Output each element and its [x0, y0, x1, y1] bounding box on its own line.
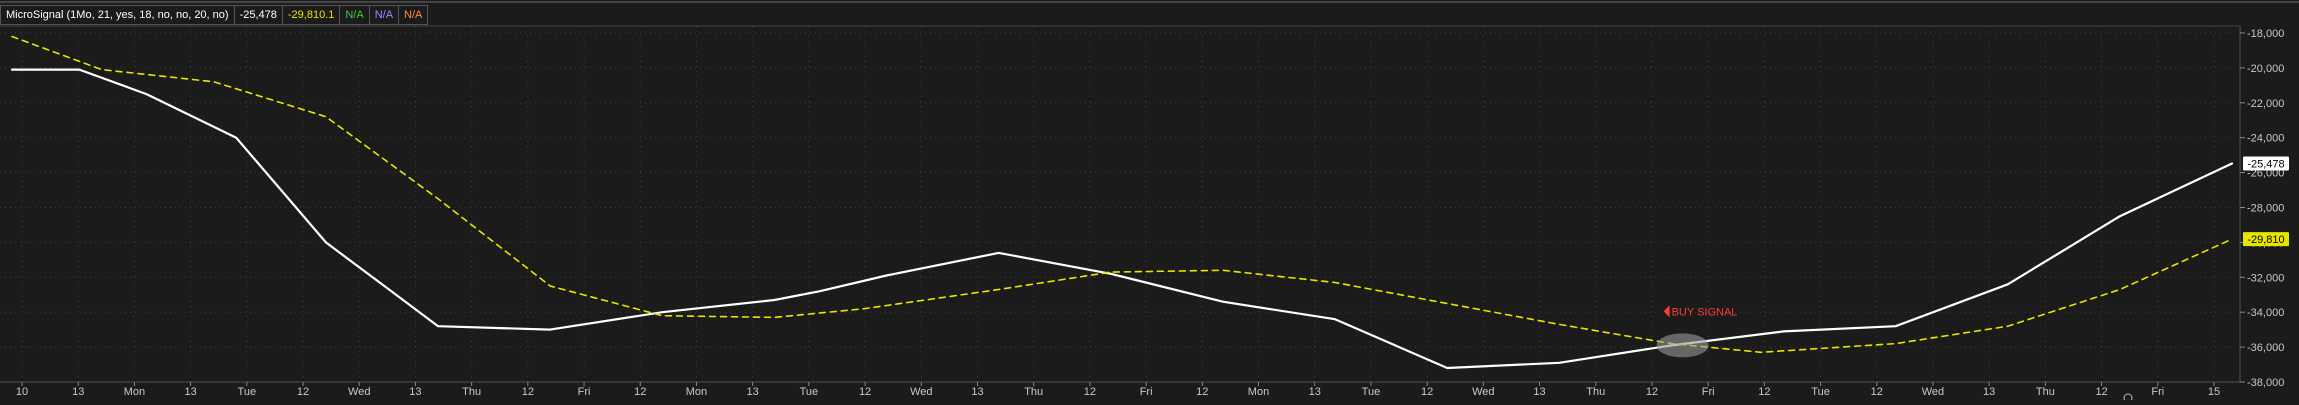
x-tick-label: 12: [1084, 386, 1096, 398]
price-marker-main: -25,478: [2243, 156, 2289, 171]
x-tick-label: Thu: [2036, 386, 2055, 398]
x-tick-label: 13: [72, 386, 84, 398]
na-value-1: N/A: [339, 5, 370, 25]
x-tick-label: 12: [1421, 386, 1433, 398]
x-tick-label: 15: [2208, 386, 2220, 398]
x-tick-label: 13: [1533, 386, 1545, 398]
x-tick-label: Wed: [1922, 386, 1944, 398]
y-tick-label: -18,000: [2247, 28, 2284, 40]
x-tick-label: 12: [634, 386, 646, 398]
y-tick-label: -36,000: [2247, 342, 2284, 354]
buy-signal-highlight: [1656, 333, 1709, 358]
x-tick-label: Thu: [1024, 386, 1043, 398]
x-tick-label: 12: [859, 386, 871, 398]
chart-root: MicroSignal (1Mo, 21, yes, 18, no, no, 2…: [0, 0, 2299, 403]
x-tick-label: 12: [1758, 386, 1770, 398]
x-tick-label: 12: [1646, 386, 1658, 398]
x-tick-label: 10: [16, 386, 28, 398]
x-tick-label: 13: [184, 386, 196, 398]
x-tick-label: 13: [409, 386, 421, 398]
y-tick-label: -34,000: [2247, 307, 2284, 319]
x-tick-label: 13: [971, 386, 983, 398]
x-tick-label: 12: [522, 386, 534, 398]
study-header: MicroSignal (1Mo, 21, yes, 18, no, no, 2…: [0, 5, 429, 25]
y-tick-label: -24,000: [2247, 133, 2284, 145]
x-tick-label: 13: [747, 386, 759, 398]
x-tick-label: 12: [1871, 386, 1883, 398]
y-tick-label: -38,000: [2247, 377, 2284, 389]
x-tick-label: 12: [297, 386, 309, 398]
x-tick-label: Mon: [124, 386, 145, 398]
y-tick-label: -22,000: [2247, 98, 2284, 110]
x-tick-label: Wed: [1472, 386, 1494, 398]
x-tick-label: 12: [2095, 386, 2107, 398]
x-tick-label: 13: [1983, 386, 1995, 398]
na-value-3: N/A: [398, 5, 429, 25]
x-tick-label: Wed: [348, 386, 370, 398]
y-tick-label: -20,000: [2247, 63, 2284, 75]
main-value: -25,478: [233, 5, 283, 25]
price-marker-label: -25,478: [2247, 158, 2284, 170]
x-tick-label: Mon: [686, 386, 707, 398]
x-tick-label: Tue: [1811, 386, 1830, 398]
price-marker-label: -29,810: [2247, 234, 2284, 246]
chart-svg[interactable]: BUY SIGNAL -18,000 -20,000 -22,000 -24,000 -…: [0, 0, 2299, 403]
signal-value: -29,810.1: [281, 5, 341, 25]
x-tick-label: Thu: [462, 386, 481, 398]
x-tick-label: Fri: [2151, 386, 2164, 398]
na-value-2: N/A: [368, 5, 400, 25]
price-marker-signal: -29,810: [2243, 232, 2289, 247]
y-tick-label: -32,000: [2247, 272, 2284, 284]
x-tick-label: Tue: [1362, 386, 1381, 398]
x-tick-label: Fri: [1140, 386, 1153, 398]
x-tick-label: Fri: [1702, 386, 1715, 398]
x-tick-label: Tue: [800, 386, 819, 398]
x-tick-label: 13: [1309, 386, 1321, 398]
x-tick-label: Wed: [910, 386, 932, 398]
x-tick-label: 12: [1196, 386, 1208, 398]
x-tick-label: Mon: [1248, 386, 1269, 398]
x-tick-label: Tue: [238, 386, 257, 398]
study-label[interactable]: MicroSignal (1Mo, 21, yes, 18, no, no, 2…: [0, 5, 235, 25]
x-tick-label: Fri: [578, 386, 591, 398]
x-tick-label: Thu: [1586, 386, 1605, 398]
y-tick-label: -28,000: [2247, 202, 2284, 214]
buy-signal-label: BUY SIGNAL: [1672, 306, 1738, 318]
